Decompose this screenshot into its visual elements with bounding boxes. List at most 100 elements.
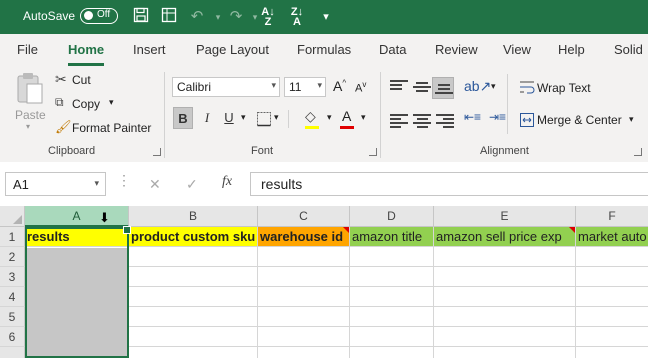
undo-icon[interactable]: ↶ <box>187 7 207 27</box>
empty-cell[interactable] <box>350 267 434 287</box>
increase-indent-icon[interactable]: ⇥≡ <box>489 110 506 124</box>
alignment-launcher-icon[interactable] <box>634 148 642 156</box>
cell-c1[interactable]: warehouse id <box>258 227 350 247</box>
more-options-icon[interactable]: ⋮ <box>117 172 131 189</box>
empty-cell[interactable] <box>434 247 576 267</box>
empty-cell[interactable] <box>129 307 258 327</box>
bold-button[interactable]: B <box>173 107 193 129</box>
empty-cell[interactable] <box>258 247 350 267</box>
align-right-icon[interactable] <box>436 112 454 128</box>
copy-button[interactable]: Copy <box>72 97 100 111</box>
empty-cell[interactable] <box>576 287 648 307</box>
empty-cell[interactable] <box>576 267 648 287</box>
cell-e1[interactable]: amazon sell price exp <box>434 227 576 247</box>
align-left-icon[interactable] <box>390 112 408 128</box>
empty-cell[interactable] <box>350 347 434 358</box>
tab-formulas[interactable]: Formulas <box>297 42 351 57</box>
tab-review[interactable]: Review <box>435 42 478 57</box>
merge-center-dropdown-icon[interactable]: ▾ <box>629 114 634 125</box>
empty-cell[interactable] <box>350 327 434 347</box>
empty-cell[interactable] <box>434 267 576 287</box>
top-align-icon[interactable] <box>390 78 408 94</box>
column-header-d[interactable]: D <box>350 206 434 227</box>
customize-toolbar-icon[interactable]: ▾ <box>316 7 336 27</box>
font-launcher-icon[interactable] <box>369 148 377 156</box>
font-name-combo[interactable]: Calibri ▾ <box>172 77 280 97</box>
empty-cell[interactable] <box>258 347 350 358</box>
empty-cell[interactable] <box>129 267 258 287</box>
fill-color-icon[interactable]: ◇ <box>305 108 316 125</box>
empty-cell[interactable] <box>434 347 576 358</box>
empty-cell[interactable] <box>129 327 258 347</box>
font-color-icon[interactable]: A <box>342 108 351 124</box>
fill-handle[interactable] <box>123 226 131 234</box>
tab-page-layout[interactable]: Page Layout <box>196 42 269 57</box>
tab-view[interactable]: View <box>503 42 531 57</box>
cell-a1[interactable]: results <box>25 227 129 247</box>
enter-icon[interactable]: ✓ <box>186 176 198 193</box>
increase-font-size-button[interactable]: A^ <box>333 78 346 94</box>
font-color-dropdown-icon[interactable]: ▾ <box>361 112 366 123</box>
empty-cell[interactable] <box>576 327 648 347</box>
autosave-toggle[interactable]: Off <box>80 8 118 24</box>
name-box[interactable]: A1 ▾ <box>5 172 106 196</box>
insert-function-icon[interactable]: fx <box>222 174 232 190</box>
save-icon[interactable] <box>131 7 151 27</box>
align-center-icon[interactable] <box>413 112 431 128</box>
cancel-icon[interactable]: ✕ <box>149 176 161 193</box>
empty-cell[interactable] <box>258 307 350 327</box>
fill-color-dropdown-icon[interactable]: ▾ <box>327 112 332 123</box>
empty-cell[interactable] <box>434 327 576 347</box>
decrease-font-size-button[interactable]: Av <box>355 80 366 95</box>
sort-descending-icon[interactable]: Z↓ A <box>287 7 307 28</box>
orientation-icon[interactable]: ab↗ <box>464 78 491 95</box>
cell-f1[interactable]: market auto <box>576 227 648 247</box>
column-header-f[interactable]: F <box>576 206 648 227</box>
empty-cell[interactable] <box>350 307 434 327</box>
empty-cell[interactable] <box>258 267 350 287</box>
empty-cell[interactable] <box>129 347 258 358</box>
empty-cell[interactable] <box>576 347 648 358</box>
format-painter-button[interactable]: Format Painter <box>72 121 151 135</box>
decrease-indent-icon[interactable]: ⇤≡ <box>464 110 481 124</box>
empty-cell[interactable] <box>258 327 350 347</box>
empty-cell[interactable] <box>258 287 350 307</box>
column-header-c[interactable]: C <box>258 206 350 227</box>
tab-solid[interactable]: Solid <box>614 42 643 57</box>
empty-cell[interactable] <box>434 287 576 307</box>
underline-dropdown-icon[interactable]: ▾ <box>241 112 246 123</box>
empty-cell[interactable] <box>350 287 434 307</box>
row-header-2[interactable]: 2 <box>0 247 25 267</box>
sheet-view-icon[interactable] <box>159 7 179 27</box>
row-header-5[interactable]: 5 <box>0 307 25 327</box>
empty-cell[interactable] <box>576 307 648 327</box>
row-header-6[interactable]: 6 <box>0 327 25 347</box>
middle-align-icon[interactable] <box>413 80 431 96</box>
cut-button[interactable]: Cut <box>72 73 91 87</box>
italic-button[interactable]: I <box>197 107 217 129</box>
row-header-1[interactable]: 1 <box>0 227 25 247</box>
column-header-b[interactable]: B <box>129 206 258 227</box>
tab-data[interactable]: Data <box>379 42 406 57</box>
cell-d1[interactable]: amazon title <box>350 227 434 247</box>
column-header-e[interactable]: E <box>434 206 576 227</box>
redo-icon[interactable]: ↷ <box>226 7 246 27</box>
underline-button[interactable]: U <box>219 107 239 129</box>
font-size-combo[interactable]: 11 ▾ <box>284 77 326 97</box>
tab-insert[interactable]: Insert <box>133 42 166 57</box>
tab-file[interactable]: File <box>17 42 38 57</box>
empty-cell[interactable] <box>129 247 258 267</box>
row-header-4[interactable]: 4 <box>0 287 25 307</box>
row-header-3[interactable]: 3 <box>0 267 25 287</box>
undo-dropdown-icon[interactable]: ▾ <box>208 7 228 27</box>
bottom-align-button[interactable] <box>432 77 454 99</box>
wrap-text-button[interactable]: Wrap Text <box>537 81 591 95</box>
orientation-dropdown-icon[interactable]: ▾ <box>491 81 496 92</box>
paste-button[interactable]: Paste ▾ <box>12 72 48 131</box>
cell-b1[interactable]: product custom sku <box>129 227 258 247</box>
merge-center-button[interactable]: Merge & Center <box>537 113 622 127</box>
empty-cell[interactable] <box>129 287 258 307</box>
tab-home[interactable]: Home <box>68 42 105 66</box>
copy-dropdown-icon[interactable]: ▾ <box>109 97 114 108</box>
clipboard-launcher-icon[interactable] <box>153 148 161 156</box>
